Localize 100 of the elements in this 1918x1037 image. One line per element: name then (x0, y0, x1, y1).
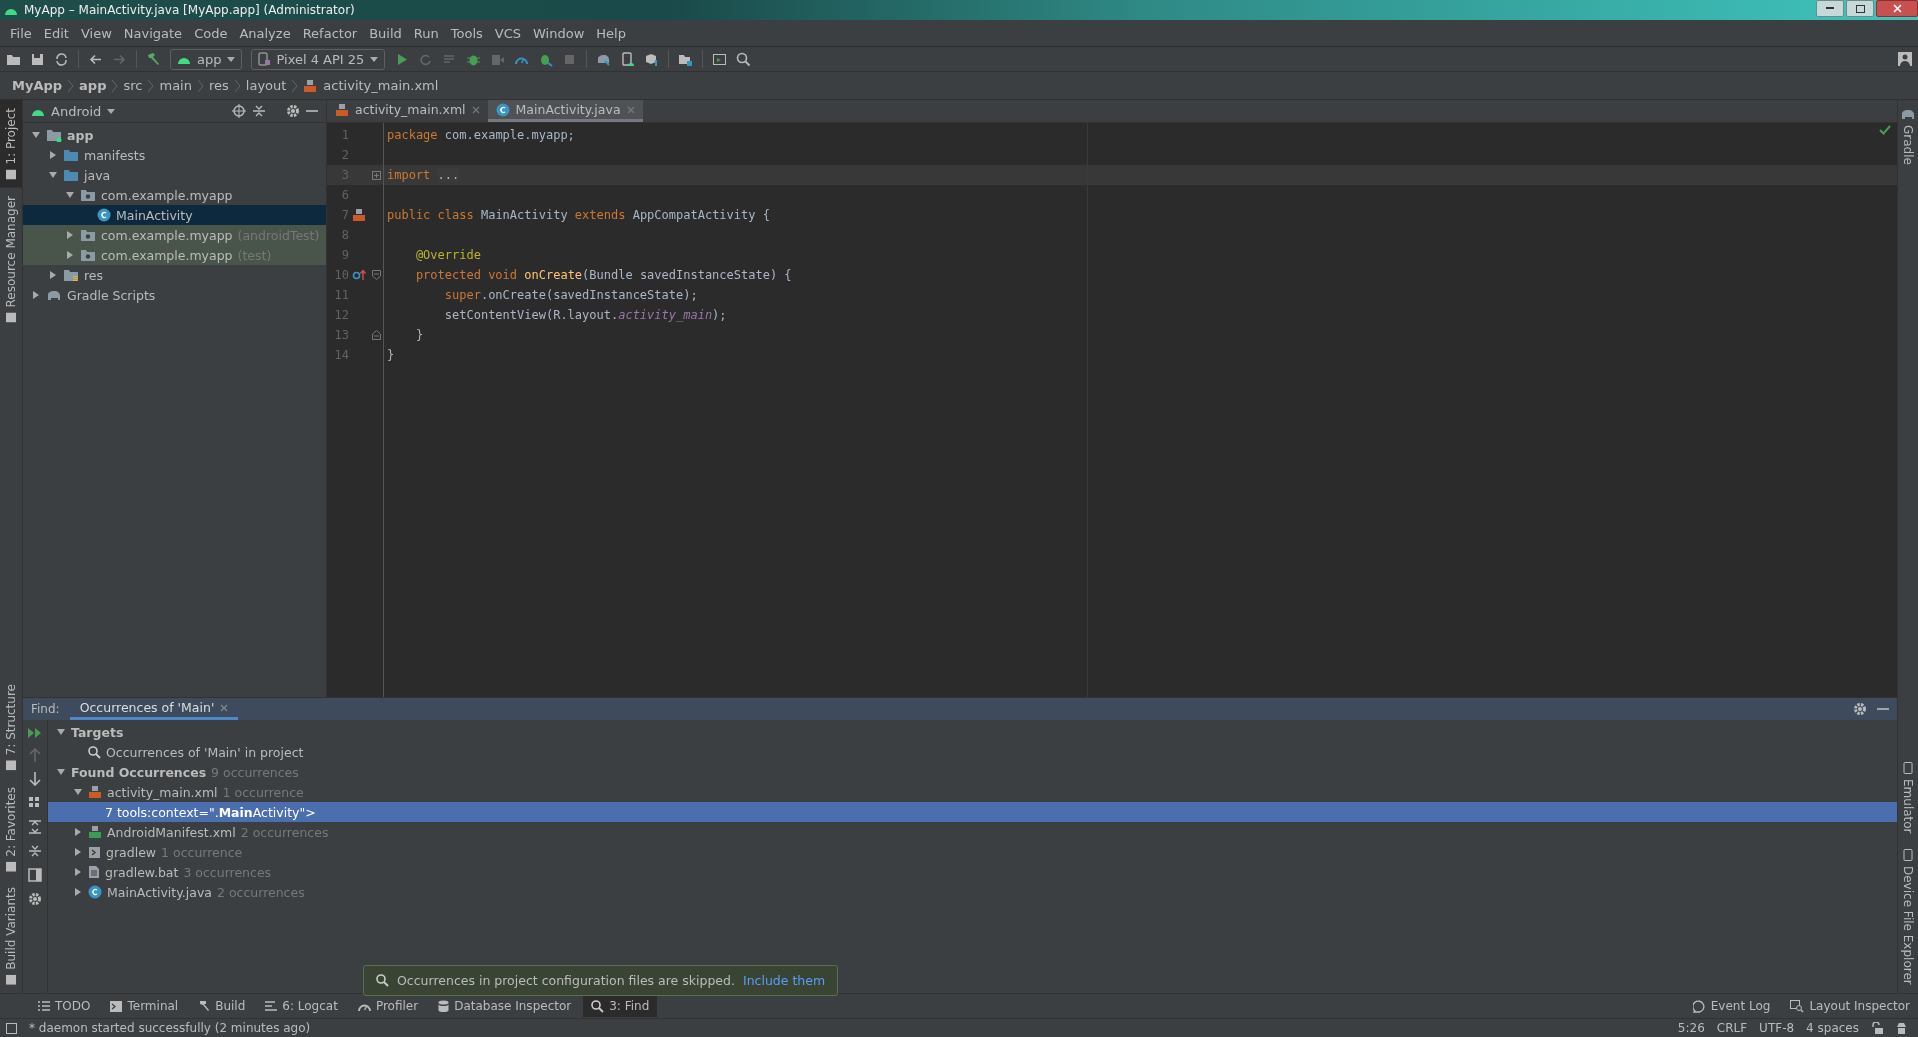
expand-all-icon[interactable] (28, 820, 42, 834)
menu-item[interactable]: Build (363, 25, 408, 41)
user-icon[interactable] (1898, 52, 1912, 66)
tool-window-button[interactable]: 1: Project (0, 100, 22, 188)
tool-window-button[interactable]: Build (190, 995, 254, 1017)
tree-item[interactable]: MainActivity (23, 205, 326, 225)
override-icon[interactable] (352, 269, 366, 281)
tool-window-button[interactable]: Terminal (102, 995, 187, 1017)
fold-minus-icon[interactable] (371, 270, 381, 280)
tool-window-button[interactable]: Profiler (349, 995, 427, 1017)
status-item[interactable]: 5:26 (1677, 1021, 1705, 1035)
editor-tab[interactable]: activity_main.xml (327, 100, 488, 122)
breadcrumb-item[interactable]: MyApp (12, 78, 63, 93)
menu-item[interactable]: Refactor (296, 25, 364, 41)
tool-window-button[interactable]: 6: Logcat (257, 995, 346, 1017)
status-item[interactable]: UTF-8 (1759, 1021, 1795, 1035)
device-manager-icon[interactable] (620, 51, 636, 67)
tool-window-button[interactable]: Gradle (1898, 100, 1918, 173)
result-row[interactable]: gradlew.bat 3 occurrences (48, 862, 1897, 882)
status-item[interactable]: 4 spaces (1806, 1021, 1859, 1035)
expanded-arrow-icon[interactable] (31, 130, 41, 140)
tool-window-button[interactable]: Resource Manager (0, 187, 22, 330)
tool-window-button[interactable]: Emulator (1898, 753, 1918, 842)
search-icon[interactable] (736, 51, 752, 67)
menu-item[interactable]: Edit (37, 25, 75, 41)
collapsed-arrow-icon[interactable] (48, 150, 58, 160)
breadcrumb-item[interactable]: activity_main.xml (323, 78, 439, 93)
breadcrumb-item[interactable]: layout (245, 78, 287, 93)
tool-window-button[interactable]: Build Variants (0, 879, 22, 993)
breadcrumb-item[interactable]: main (159, 78, 192, 93)
tool-window-button[interactable]: Database Inspector (430, 995, 580, 1017)
menu-item[interactable]: VCS (488, 25, 528, 41)
preview-icon[interactable] (28, 868, 42, 882)
lock-icon[interactable] (1871, 1022, 1883, 1034)
result-row[interactable]: Targets (48, 722, 1897, 742)
fold-end-icon[interactable] (371, 330, 381, 340)
editor-tab[interactable]: MainActivity.java (487, 100, 643, 122)
tree-item[interactable]: app (23, 125, 326, 145)
result-row[interactable]: gradlew 1 occurrence (48, 842, 1897, 862)
tool-window-button[interactable]: Device File Explorer (1898, 841, 1918, 993)
tool-window-button[interactable]: Layout Inspector (1782, 995, 1918, 1017)
group-icon[interactable] (28, 796, 42, 810)
menu-item[interactable]: Help (590, 25, 632, 41)
tree-item[interactable]: res (23, 265, 326, 285)
match-text: 7 tools:context=".MainActivity"> (105, 804, 316, 820)
breadcrumb-item[interactable]: res (208, 78, 229, 93)
result-row[interactable]: Occurrences of 'Main' in project (48, 742, 1897, 762)
close-icon[interactable] (220, 703, 229, 712)
menu-item[interactable]: Window (527, 25, 591, 41)
result-row[interactable]: activity_main.xml 1 occurrence (48, 782, 1897, 802)
include-link[interactable]: Include them (743, 973, 826, 988)
tree-item[interactable]: Gradle Scripts (23, 285, 326, 305)
menu-item[interactable]: Tools (444, 25, 489, 41)
panel-toggle-icon[interactable] (6, 1022, 17, 1034)
breadcrumb-item[interactable]: src (123, 78, 143, 93)
close-icon[interactable] (471, 105, 480, 114)
tool-window-button[interactable]: 3: Find (583, 995, 658, 1017)
tool-window-button[interactable]: TODO (30, 995, 99, 1017)
result-row[interactable]: MainActivity.java 2 occurrences (48, 882, 1897, 902)
device-dropdown[interactable]: Pixel 4 API 25 (251, 48, 386, 70)
rerun-icon[interactable] (28, 728, 42, 738)
result-row[interactable]: Found Occurrences 9 occurrences (48, 762, 1897, 782)
minimize-button[interactable] (1816, 0, 1844, 17)
collapse-all-icon[interactable] (252, 104, 266, 118)
tool-window-button[interactable]: 2: Favorites (0, 778, 22, 880)
status-item[interactable]: CRLF (1716, 1021, 1748, 1035)
menu-item[interactable]: File (4, 25, 38, 41)
tree-item[interactable]: java (23, 165, 326, 185)
collapse-all-icon[interactable] (28, 844, 42, 858)
menu-item[interactable]: Run (407, 25, 445, 41)
module-dropdown[interactable]: app (170, 48, 243, 70)
hammer-icon[interactable] (146, 51, 161, 67)
settings-icon[interactable] (1853, 702, 1867, 716)
save-icon[interactable] (30, 51, 45, 67)
device-icon (1903, 761, 1913, 774)
sdk-manager-icon[interactable] (644, 51, 660, 67)
settings-icon[interactable] (28, 892, 42, 906)
breadcrumb-item[interactable]: app (79, 78, 107, 93)
down-arrow-icon[interactable] (29, 772, 41, 786)
tree-item[interactable]: com.example.myapp (23, 185, 326, 205)
settings-icon[interactable] (286, 104, 300, 118)
locate-icon[interactable] (232, 104, 246, 118)
result-row[interactable]: 7 tools:context=".MainActivity"> (48, 802, 1897, 822)
menu-item[interactable]: Code (188, 25, 234, 41)
expanded-arrow-icon[interactable] (56, 727, 66, 737)
result-row[interactable]: AndroidManifest.xml 2 occurrences (48, 822, 1897, 842)
sync-icon[interactable] (54, 51, 69, 67)
close-button[interactable] (1876, 0, 1918, 17)
tool-window-button[interactable]: Event Log (1684, 995, 1779, 1017)
menu-item[interactable]: Navigate (117, 25, 189, 41)
maximize-button[interactable] (1846, 0, 1874, 17)
menu-item[interactable]: Analyze (233, 25, 297, 41)
inspector-hat-icon[interactable] (1895, 1021, 1908, 1035)
window-icon[interactable] (712, 51, 728, 67)
layout-link-icon[interactable] (352, 208, 366, 222)
tree-item[interactable]: manifests (23, 145, 326, 165)
menu-item[interactable]: View (74, 25, 118, 41)
results-tab[interactable]: Occurrences of 'Main' (69, 698, 239, 720)
fold-plus-icon[interactable] (371, 170, 381, 180)
tool-window-button[interactable]: 7: Structure (0, 676, 22, 779)
